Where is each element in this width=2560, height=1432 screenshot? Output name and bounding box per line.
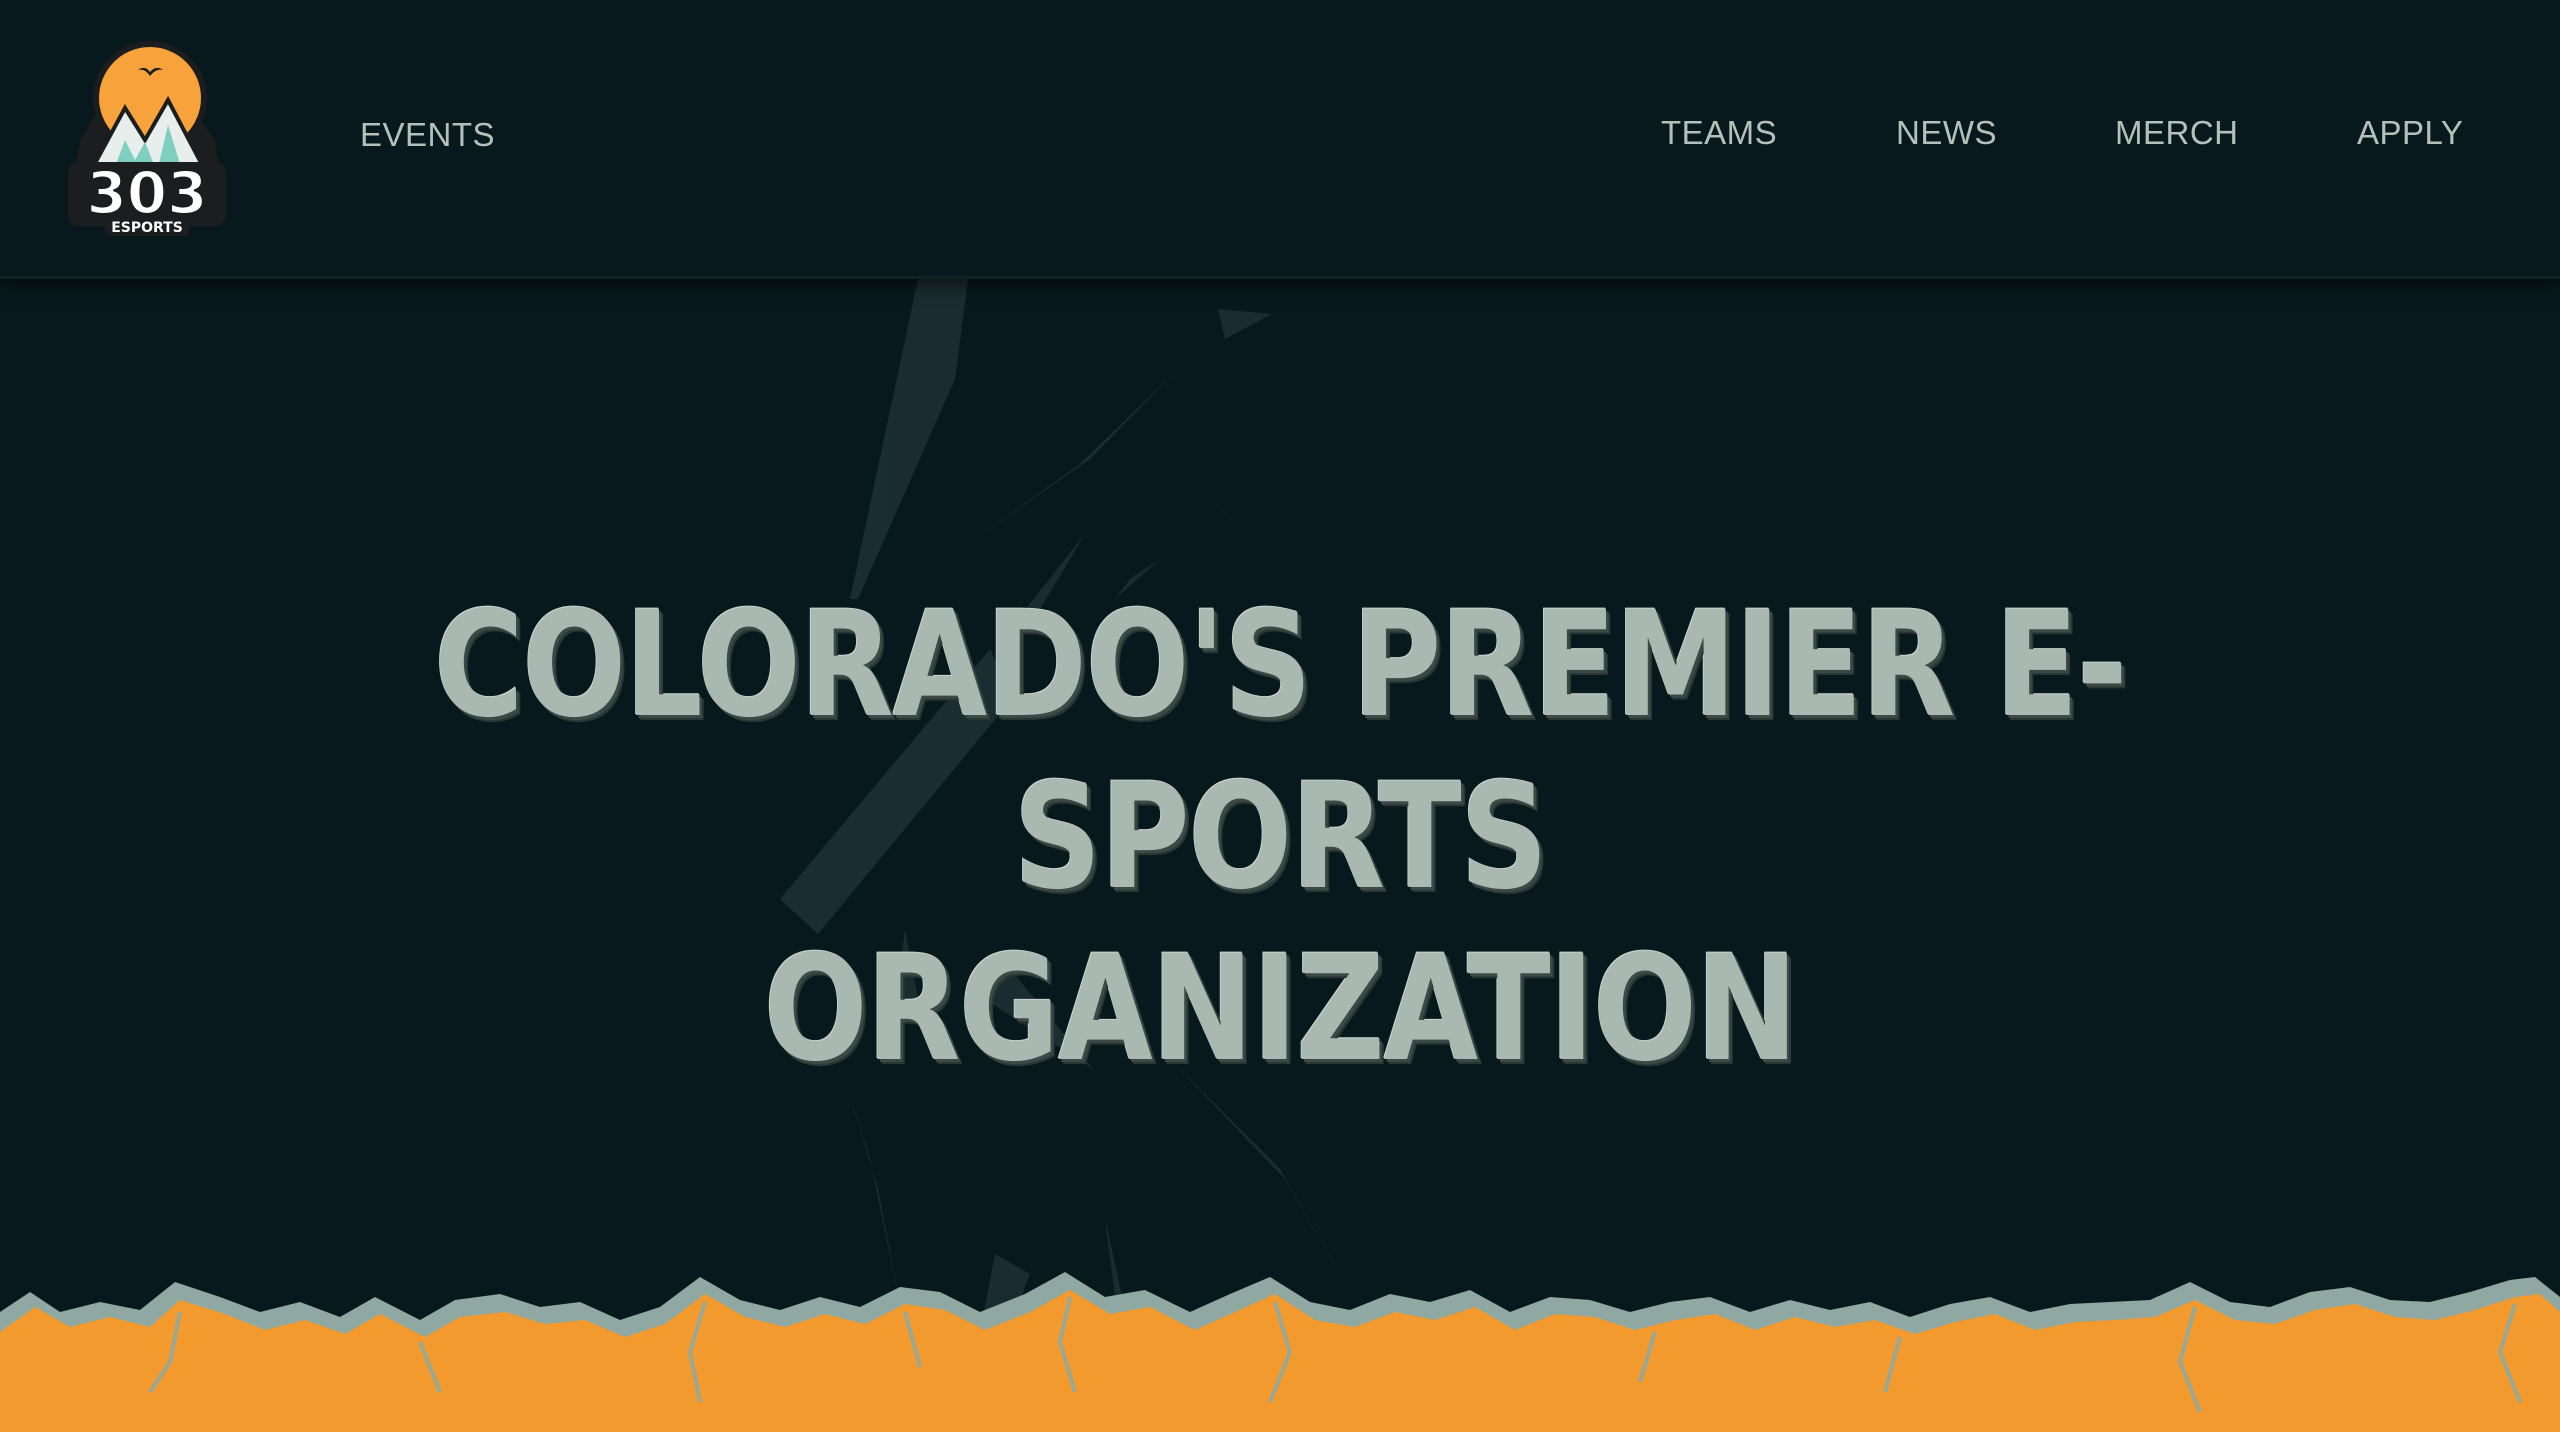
nav-apply[interactable]: APPLY: [2357, 114, 2463, 152]
hero-title-line-2: ORGANIZATION: [763, 924, 1799, 1094]
nav-events[interactable]: EVENTS: [360, 116, 495, 154]
brand-logo[interactable]: 303 ESPORTS: [50, 30, 240, 240]
nav-news[interactable]: NEWS: [1896, 114, 1997, 152]
site-header: 303 ESPORTS EVENTS TEAMS NEWS MERCH APPL…: [0, 0, 2560, 279]
mountain-logo-icon: 303 ESPORTS: [68, 41, 226, 236]
nav-merch[interactable]: MERCH: [2115, 114, 2239, 152]
hero-title: COLORADO'S PREMIER E-SPORTS ORGANIZATION: [356, 579, 2204, 1095]
logo-subtitle: ESPORTS: [111, 220, 183, 236]
nav-teams[interactable]: TEAMS: [1661, 114, 1777, 152]
hero-section: COLORADO'S PREMIER E-SPORTS ORGANIZATION: [0, 279, 2560, 1432]
mountain-range-footer: [0, 1272, 2560, 1432]
hero-title-line-1: COLORADO'S PREMIER E-SPORTS: [433, 580, 2128, 922]
